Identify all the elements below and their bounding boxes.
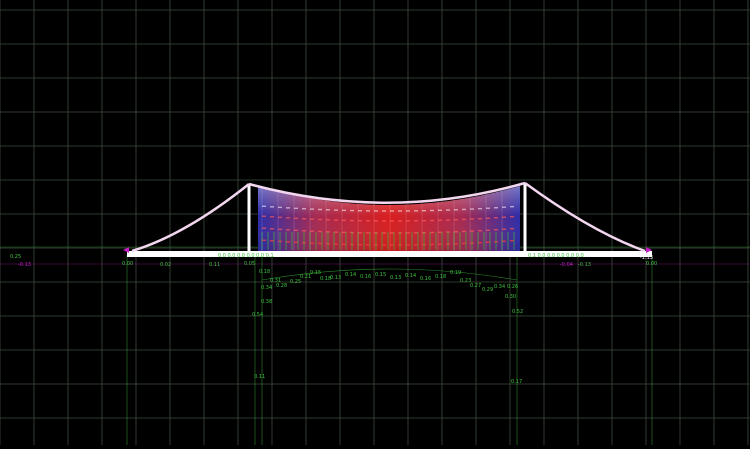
back-stay-right xyxy=(524,181,646,253)
mid-label-13: 0.16 xyxy=(420,276,431,282)
mid-label-8: 0.14 xyxy=(345,272,356,278)
result-labels: 0.25 -0.13 0.00 -1.13 0.02 0.11 0.05 -0.… xyxy=(10,253,657,385)
bridge-drawing[interactable]: 0.25 -0.13 0.00 -1.13 0.02 0.11 0.05 -0.… xyxy=(0,0,750,445)
right-side-label-2: -0.13 xyxy=(578,262,591,268)
mid-label-12: 0.14 xyxy=(405,273,416,279)
mid-label-18: 0.29 xyxy=(482,287,493,293)
tower-right-label-3: 0.52 xyxy=(512,309,523,315)
tower-left-label-4: 0.54 xyxy=(252,312,263,318)
mid-label-7: 0.13 xyxy=(330,275,341,281)
mid-label-11: 0.13 xyxy=(390,275,401,281)
mid-label-14: 0.18 xyxy=(435,274,446,280)
tower-left-label-3: 0.38 xyxy=(261,299,272,305)
deck-values-left: 0.0 0.0 0.0 0.0 0.0 0.1 xyxy=(218,253,274,259)
mid-label-15: 0.19 xyxy=(450,270,461,276)
left-abutment-label: 0.00 xyxy=(122,261,133,267)
structural-viewport[interactable]: 0.25 -0.13 0.00 -1.13 0.02 0.11 0.05 -0.… xyxy=(0,0,750,445)
left-side-label-2: 0.11 xyxy=(209,262,220,268)
mid-label-19: 0.34 xyxy=(494,284,505,290)
tower-left-label-5: 0.11 xyxy=(254,374,265,380)
left-side-label-3: 0.05 xyxy=(244,261,255,267)
mid-label-17: 0.27 xyxy=(470,283,481,289)
tower-right-label-2: 0.30 xyxy=(505,294,516,300)
right-side-label-1: -0.04 xyxy=(560,262,573,268)
tower-right-label-1: 0.26 xyxy=(507,284,518,290)
back-stay-left xyxy=(131,183,250,253)
mid-label-10: 0.15 xyxy=(375,272,386,278)
tower-right-label-4: 0.17 xyxy=(511,379,522,385)
axis-label-2: -0.13 xyxy=(18,262,31,268)
mid-label-9: 0.16 xyxy=(360,274,371,280)
mid-label-2: 0.28 xyxy=(276,283,287,289)
left-side-label-1: 0.02 xyxy=(160,262,171,268)
tower-left-label-2: 0.34 xyxy=(261,285,272,291)
axis-label-1: 0.25 xyxy=(10,254,21,260)
tower-left-label-1: 0.18 xyxy=(259,269,270,275)
right-side-label-3: 0.00 xyxy=(646,261,657,267)
deck-values-right: 0.1 0.0 0.0 0.0 0.0 0.0 xyxy=(528,253,584,259)
